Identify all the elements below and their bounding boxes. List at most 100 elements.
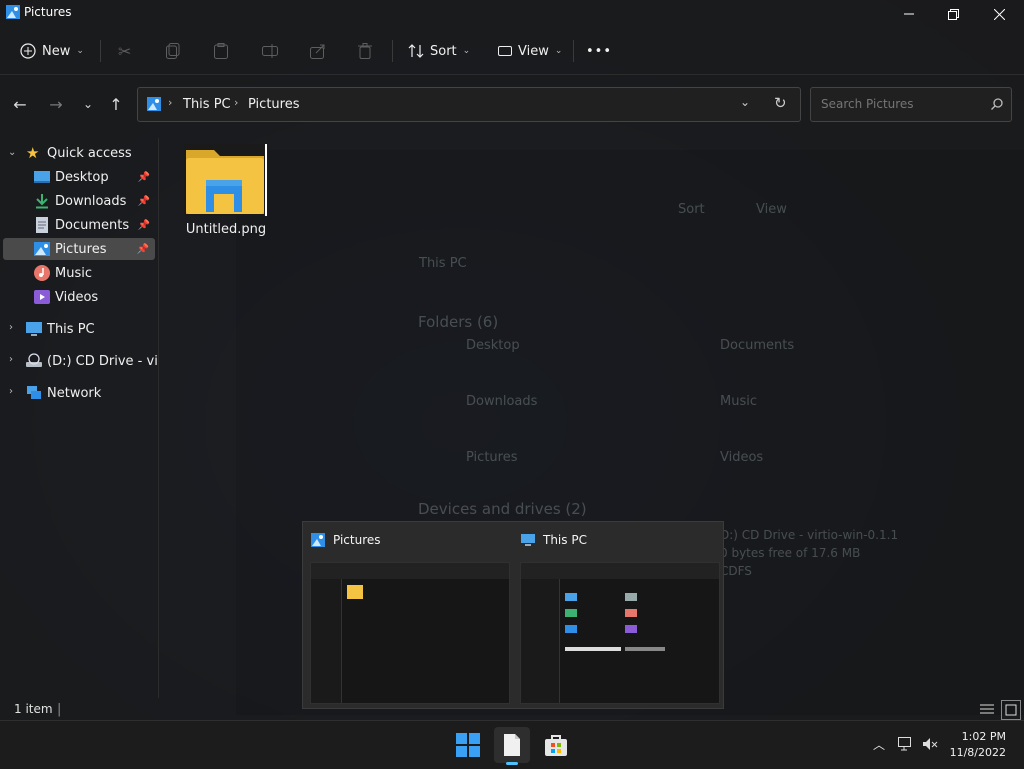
network-icon: [27, 386, 41, 399]
copy-icon: [166, 43, 180, 59]
ghost-folder: Music: [720, 394, 757, 409]
divider: |: [57, 702, 62, 717]
taskbar: ︿ 1:02 PM 11/8/2022: [0, 720, 1024, 769]
trash-icon: [358, 43, 372, 59]
view-icon: [498, 46, 512, 56]
ghost-devices-heading: Devices and drives (2): [418, 500, 587, 518]
image-file-icon: [184, 144, 268, 216]
breadcrumb-pictures[interactable]: Pictures: [248, 97, 299, 112]
pin-icon: 📌: [137, 195, 150, 207]
sidebar-item-label: Videos: [55, 289, 99, 305]
arrow-up-icon: ↑: [109, 94, 123, 114]
close-button[interactable]: [976, 0, 1022, 28]
rename-button[interactable]: [262, 36, 278, 66]
see-more-button[interactable]: •••: [586, 36, 612, 66]
sidebar-item-label: Desktop: [55, 169, 109, 185]
clock[interactable]: 1:02 PM 11/8/2022: [950, 729, 1006, 761]
details-view-button[interactable]: [978, 700, 996, 718]
rename-icon: [262, 44, 278, 58]
file-item[interactable]: Untitled.png: [184, 144, 268, 237]
paste-button[interactable]: [214, 36, 228, 66]
clock-date: 11/8/2022: [949, 746, 1006, 759]
share-button[interactable]: [310, 36, 326, 66]
divider: [573, 40, 574, 62]
search-box[interactable]: [810, 87, 1012, 122]
pin-icon: 📌: [136, 243, 149, 255]
arrow-left-icon: ←: [13, 94, 27, 114]
share-icon: [310, 44, 325, 59]
clock-time: 1:02 PM: [961, 730, 1006, 743]
refresh-icon: ↻: [774, 94, 787, 112]
restore-button[interactable]: [930, 0, 976, 28]
ghost-drive-line: CDFS: [720, 564, 752, 578]
delete-button[interactable]: [358, 36, 372, 66]
address-history-button[interactable]: ⌄: [740, 95, 750, 109]
sidebar-item-desktop[interactable]: Desktop 📌: [0, 166, 156, 188]
file-name: Untitled.png: [185, 222, 267, 237]
sidebar-item-pictures[interactable]: Pictures 📌: [3, 238, 155, 260]
sort-button[interactable]: Sort ⌄: [408, 36, 470, 66]
sidebar-item-cd-drive[interactable]: (D:) CD Drive - virtio-win-0.1: [0, 350, 158, 372]
refresh-button[interactable]: ↻: [774, 94, 787, 112]
breadcrumb-this-pc[interactable]: This PC: [183, 97, 231, 112]
pin-icon: 📌: [137, 219, 150, 231]
network-status-icon[interactable]: [897, 735, 915, 753]
desktop-icon: [34, 171, 50, 183]
cd-drive-icon: [26, 353, 42, 367]
large-icons-view-button[interactable]: [1001, 700, 1021, 720]
taskbar-preview-popup: Pictures This PC: [302, 521, 724, 709]
ghost-folder: Pictures: [466, 450, 518, 465]
ghost-folder: Desktop: [466, 338, 520, 353]
sidebar-item-documents[interactable]: Documents 📌: [0, 214, 156, 236]
computer-icon: [26, 322, 42, 336]
up-button[interactable]: ↑: [104, 92, 128, 116]
divider: [100, 40, 101, 62]
sidebar-item-this-pc[interactable]: This PC: [0, 318, 156, 340]
minimize-button[interactable]: [886, 0, 932, 28]
sidebar-item-music[interactable]: Music: [0, 262, 156, 284]
sidebar-item-videos[interactable]: Videos: [0, 286, 156, 308]
copy-button[interactable]: [166, 36, 180, 66]
sidebar-item-network[interactable]: Network: [0, 382, 156, 404]
network-tray-icon: [898, 737, 911, 751]
chevron-down-icon: ⌄: [76, 46, 84, 56]
active-indicator: [506, 762, 518, 765]
address-bar[interactable]: › This PC › Pictures ⌄ ↻: [137, 87, 801, 122]
sidebar-item-downloads[interactable]: Downloads 📌: [0, 190, 156, 212]
sidebar-item-label: This PC: [47, 321, 95, 337]
restore-icon: [947, 8, 959, 20]
new-button[interactable]: New ⌄: [20, 36, 84, 66]
taskbar-store[interactable]: [538, 727, 574, 763]
chevron-down-icon: ⌄: [554, 46, 563, 56]
star-icon: ★: [26, 144, 40, 162]
chevron-right-icon: ›: [234, 96, 239, 109]
music-icon: [34, 265, 50, 281]
forward-button[interactable]: →: [44, 92, 68, 116]
preview-window-pictures[interactable]: Pictures: [303, 522, 513, 708]
preview-window-this-pc[interactable]: This PC: [513, 522, 723, 708]
ghost-sort: Sort: [678, 202, 705, 217]
preview-title: Pictures: [333, 533, 381, 547]
sidebar-item-quick-access[interactable]: ★ Quick access: [0, 142, 156, 164]
cut-button[interactable]: ✂: [118, 36, 131, 66]
minimize-icon: [904, 13, 914, 15]
pin-icon: 📌: [137, 171, 150, 183]
store-icon: [545, 735, 567, 756]
view-button[interactable]: View ⌄: [498, 36, 562, 66]
chevron-right-icon: ›: [168, 96, 173, 109]
back-button[interactable]: ←: [8, 92, 32, 116]
volume-icon[interactable]: [922, 735, 940, 753]
show-hidden-icons-button[interactable]: ︿: [870, 735, 888, 753]
start-button[interactable]: [450, 727, 486, 763]
chevron-down-icon: ⌄: [82, 97, 94, 111]
chevron-up-icon: ︿: [872, 737, 885, 752]
preview-title: This PC: [543, 533, 587, 547]
chevron-down-icon: ⌄: [740, 95, 751, 109]
file-icon: [504, 734, 520, 756]
search-input[interactable]: [819, 96, 983, 112]
title-bar: Pictures: [0, 0, 1024, 28]
document-icon: [36, 217, 48, 233]
taskbar-file-explorer[interactable]: [494, 727, 530, 765]
command-bar: New ⌄ ✂ Sort ⌄ View ⌄ •••: [0, 28, 1024, 75]
recent-locations-button[interactable]: ⌄: [76, 92, 100, 116]
